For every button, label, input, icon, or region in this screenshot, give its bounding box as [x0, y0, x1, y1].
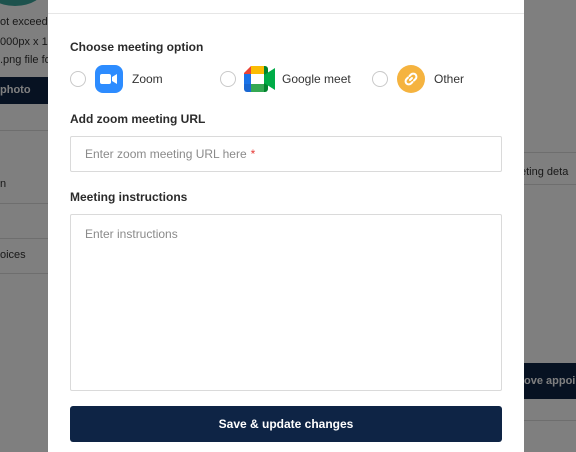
url-placeholder: Enter zoom meeting URL here	[85, 147, 247, 161]
meeting-option-title: Choose meeting option	[70, 40, 204, 54]
option-label: Google meet	[282, 72, 351, 86]
instructions-textarea[interactable]: Enter instructions	[70, 214, 502, 391]
instructions-label: Meeting instructions	[70, 190, 188, 204]
modal-header	[48, 0, 524, 14]
save-update-button[interactable]: Save & update changes	[70, 406, 502, 442]
zoom-radio[interactable]	[70, 71, 86, 87]
option-label: Zoom	[132, 72, 163, 86]
google-meet-radio[interactable]	[220, 71, 236, 87]
option-zoom[interactable]: Zoom	[70, 64, 163, 94]
link-icon	[396, 64, 426, 94]
google-meet-icon	[244, 64, 276, 94]
option-label: Other	[434, 72, 465, 86]
meeting-modal: Choose meeting option Zoom Google meet O…	[48, 0, 524, 452]
other-radio[interactable]	[372, 71, 388, 87]
zoom-icon	[94, 64, 124, 94]
zoom-url-input[interactable]: Enter zoom meeting URL here *	[70, 136, 502, 172]
instructions-placeholder: Enter instructions	[85, 227, 178, 241]
url-label: Add zoom meeting URL	[70, 112, 206, 126]
required-mark: *	[250, 147, 256, 161]
option-other[interactable]: Other	[372, 64, 464, 94]
option-google-meet[interactable]: Google meet	[220, 64, 351, 94]
